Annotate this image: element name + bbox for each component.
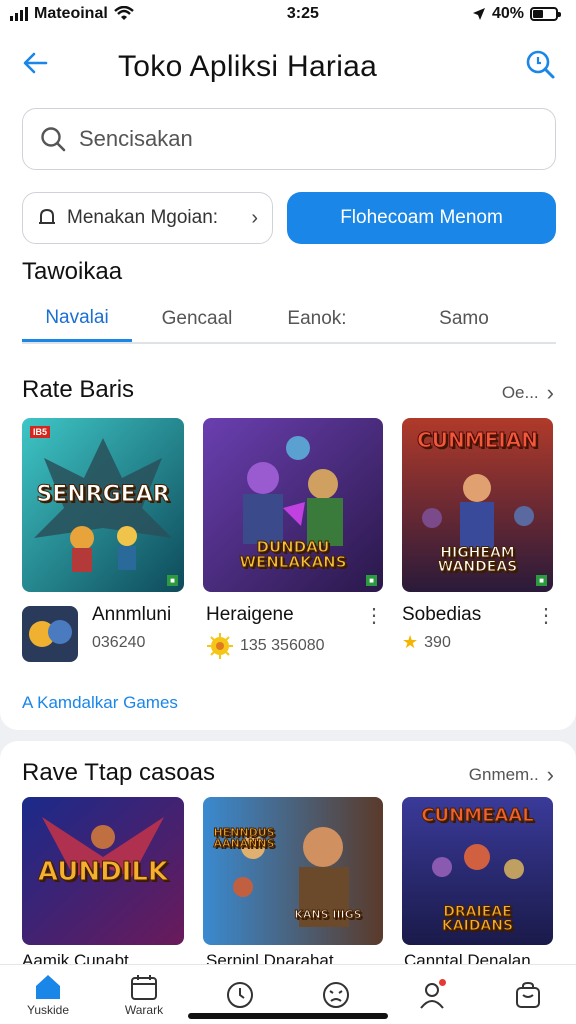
game-subtitle-text: KANS IIIGS xyxy=(294,908,362,921)
page-title: Toko Apliksi Hariaa xyxy=(118,50,378,83)
row-more-link[interactable]: Gnmem.. › xyxy=(469,762,554,788)
game-logo-text: CUNMEAAL xyxy=(421,805,534,826)
nav-clock[interactable] xyxy=(205,980,275,1010)
sun-badge-icon xyxy=(207,633,233,659)
game-face-icon xyxy=(323,981,349,1008)
more-options-icon[interactable]: ⋮ xyxy=(536,606,556,626)
home-icon xyxy=(36,974,60,999)
nav-profile[interactable] xyxy=(397,977,467,1010)
bag-icon xyxy=(516,981,540,1008)
game-logo-text: HENNDUS AANANNS xyxy=(213,826,275,850)
game-title: Sobedias xyxy=(402,604,482,625)
nav-label: Warark xyxy=(124,1002,164,1017)
game-art-image xyxy=(203,797,383,945)
category-tabs: Navalai Gencaal Eanok: Samo xyxy=(22,296,556,344)
game-subtitle-text: DRAIEAE KAIDANS xyxy=(441,904,514,934)
chevron-right-icon: › xyxy=(546,380,554,405)
search-placeholder: Sencisakan xyxy=(79,126,193,151)
game-subtitle-text: HIGHEAM WANDEAS xyxy=(437,545,518,575)
star-icon: ★ xyxy=(402,632,419,652)
game-card-thumbnail[interactable]: CUNMEAAL DRAIEAE KAIDANS xyxy=(402,797,553,945)
status-bar: Mateoinal 3:25 40% xyxy=(0,0,576,28)
back-button[interactable] xyxy=(18,46,52,80)
search-input[interactable]: Sencisakan xyxy=(22,108,556,170)
nav-calendar[interactable]: Warark xyxy=(109,973,179,1017)
content-rating-tag: ■ xyxy=(366,575,377,586)
game-card-thumbnail[interactable]: CUNMEIAN HIGHEAM WANDEAS ■ xyxy=(402,418,553,592)
game-card-thumbnail[interactable]: HENNDUS AANANNS KANS IIIGS xyxy=(203,797,383,945)
game-meta: 036240 xyxy=(92,634,145,652)
location-arrow-icon xyxy=(472,8,485,20)
tab-gencaal[interactable]: Gencaal xyxy=(132,296,262,342)
bottom-navigation: Yuskide Warark xyxy=(0,964,576,1024)
row-title-rave: Rave Ttap casoas xyxy=(22,759,215,786)
game-card-thumbnail[interactable]: DUNDAU WENLAKANS ■ xyxy=(203,418,383,592)
age-rating-badge: IB5 xyxy=(30,426,51,438)
battery-percent: 40% xyxy=(491,5,524,22)
signal-icon xyxy=(10,7,28,21)
search-icon xyxy=(526,50,555,79)
content-rating-tag: ■ xyxy=(536,575,547,586)
game-meta: ★ 390 xyxy=(402,632,451,653)
nav-home[interactable]: Yuskide xyxy=(13,973,83,1017)
header-search-button[interactable] xyxy=(522,46,558,82)
game-logo-text: DUNDAU WENLAKANS xyxy=(239,538,347,571)
nav-bag[interactable] xyxy=(493,980,563,1010)
game-title: Annmluni xyxy=(92,604,172,625)
game-meta-value: 135 356080 xyxy=(240,637,325,654)
filter-dropdown[interactable]: Menakan Mgoian: › xyxy=(22,192,273,244)
game-card-thumbnail[interactable]: IB5 SENRGEAR ■ xyxy=(22,418,184,592)
tab-navalai[interactable]: Navalai xyxy=(22,296,132,342)
game-avatar-icon xyxy=(22,606,78,662)
wifi-icon xyxy=(114,6,134,20)
row-title-rate-baris: Rate Baris xyxy=(22,376,135,403)
content-rating-tag: ■ xyxy=(167,575,178,586)
back-arrow-icon xyxy=(23,52,48,74)
clock-time: 3:25 xyxy=(286,5,319,22)
game-meta-value: 036240 xyxy=(92,634,146,651)
nav-games[interactable] xyxy=(301,980,371,1010)
section-heading: Tawoikaa xyxy=(22,258,123,285)
chevron-right-icon: › xyxy=(546,762,554,787)
game-logo-text: AUNDILK xyxy=(37,857,169,887)
filter-label: Menakan Mgoian: xyxy=(67,207,219,228)
tab-samo[interactable]: Samo xyxy=(372,296,556,342)
chevron-right-icon: › xyxy=(251,206,258,229)
home-indicator xyxy=(188,1013,388,1019)
bell-icon xyxy=(39,208,55,224)
game-logo-text: CUNMEIAN xyxy=(417,428,539,452)
search-icon xyxy=(41,127,66,152)
more-options-icon[interactable]: ⋮ xyxy=(364,606,384,626)
top-panel: Toko Apliksi Hariaa Sencisakan Menakan M… xyxy=(0,28,576,730)
carrier-label: Mateoinal xyxy=(34,5,108,22)
row-more-label: Gnmem.. xyxy=(468,765,539,784)
game-meta-value: 390 xyxy=(424,633,451,651)
nav-label: Yuskide xyxy=(26,1002,70,1017)
calendar-icon xyxy=(131,974,157,1000)
app-header: Toko Apliksi Hariaa xyxy=(0,38,576,88)
clock-icon xyxy=(227,981,253,1008)
notification-badge xyxy=(438,977,447,987)
app-icon[interactable] xyxy=(22,606,78,662)
game-meta: 135 356080 xyxy=(206,632,325,660)
game-title: Heraigene xyxy=(206,604,294,625)
primary-action-button[interactable]: Flohecoam Menom xyxy=(287,192,556,244)
tab-eanok[interactable]: Eanok: xyxy=(262,296,372,342)
game-card-thumbnail[interactable]: AUNDILK xyxy=(22,797,184,945)
row-more-label: Oe... xyxy=(501,383,539,402)
see-all-games-link[interactable]: A Kamdalkar Games xyxy=(22,693,178,713)
battery-icon xyxy=(529,7,561,21)
game-logo-text: SENRGEAR xyxy=(36,482,170,507)
row-more-link[interactable]: Oe... › xyxy=(502,380,554,406)
